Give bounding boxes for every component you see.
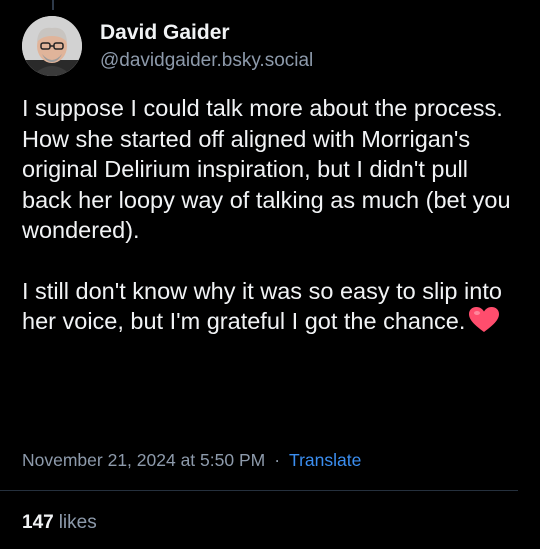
translate-link[interactable]: Translate xyxy=(289,450,361,470)
post-meta: November 21, 2024 at 5:50 PM · Translate xyxy=(22,448,361,472)
post-paragraph-2-text: I still don't know why it was so easy to… xyxy=(22,277,502,335)
author-display-name[interactable]: David Gaider xyxy=(100,20,313,46)
post-header: David Gaider @davidgaider.bsky.social xyxy=(22,16,524,80)
user-avatar-icon xyxy=(22,16,82,76)
likes-label: likes xyxy=(58,512,97,533)
author-avatar[interactable] xyxy=(22,16,82,76)
meta-separator: · xyxy=(274,450,281,470)
author-handle[interactable]: @davidgaider.bsky.social xyxy=(100,48,313,74)
likes-stat[interactable]: 147 likes xyxy=(22,510,97,536)
divider xyxy=(0,490,518,491)
post-text: I suppose I could talk more about the pr… xyxy=(22,93,522,341)
author-info: David Gaider @davidgaider.bsky.social xyxy=(100,20,313,74)
post-paragraph-2: I still don't know why it was so easy to… xyxy=(22,276,522,341)
heart-emoji-icon xyxy=(469,307,500,341)
post-paragraph-1: I suppose I could talk more about the pr… xyxy=(22,95,511,243)
thread-connector-line xyxy=(52,0,54,10)
post-timestamp[interactable]: November 21, 2024 at 5:50 PM xyxy=(22,450,265,470)
likes-count: 147 xyxy=(22,512,54,533)
